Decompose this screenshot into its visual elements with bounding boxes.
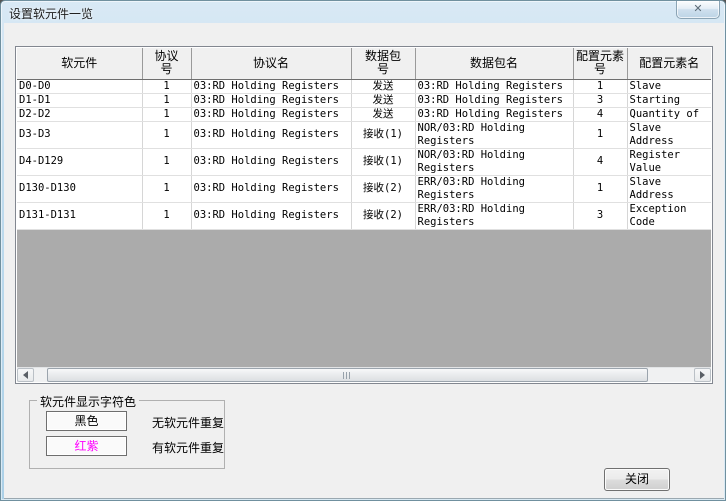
- magenta-swatch-caption: 有软元件重复: [152, 439, 224, 456]
- cell-element-no: 1: [573, 121, 627, 148]
- table-row[interactable]: D4-D129 1 03:RD Holding Registers 接收(1) …: [17, 148, 711, 175]
- scroll-right-arrow-icon[interactable]: [694, 368, 711, 382]
- cell-device: D4-D129: [17, 148, 142, 175]
- cell-protocol-no: 1: [142, 148, 191, 175]
- col-header-element-name: 配置元素名: [627, 48, 711, 79]
- dialog-title: 设置软元件一览: [9, 5, 93, 22]
- table-row[interactable]: D130-D130 1 03:RD Holding Registers 接收(2…: [17, 175, 711, 202]
- cell-element-name: Quantity of: [627, 107, 711, 121]
- cell-protocol-no: 1: [142, 107, 191, 121]
- col-header-packet-name: 数据包名: [415, 48, 573, 79]
- cell-device: D131-D131: [17, 202, 142, 229]
- cell-device: D2-D2: [17, 107, 142, 121]
- table-header-row: 软元件 协议 号 协议名 数据包 号 数据包名 配置元素 号 配置元素名: [17, 48, 711, 79]
- cell-element-no: 1: [573, 175, 627, 202]
- cell-element-name: Slave Address: [627, 121, 711, 148]
- cell-packet-name: 03:RD Holding Registers: [415, 79, 573, 93]
- cell-element-name: Slave Address: [627, 175, 711, 202]
- horizontal-scrollbar[interactable]: [17, 367, 711, 382]
- device-list-dialog: 设置软元件一览 ✕ 软元件 协议 号 协议名 数据包 号 数据包名 配置元素 号…: [0, 0, 726, 501]
- col-header-packet-no: 数据包 号: [351, 48, 415, 79]
- cell-packet-name: 03:RD Holding Registers: [415, 107, 573, 121]
- cell-packet-no: 发送: [351, 107, 415, 121]
- cell-protocol-name: 03:RD Holding Registers: [191, 121, 351, 148]
- cell-packet-name: NOR/03:RD Holding Registers: [415, 121, 573, 148]
- col-header-protocol-no: 协议 号: [142, 48, 191, 79]
- cell-packet-name: NOR/03:RD Holding Registers: [415, 148, 573, 175]
- thumb-grip-icon: [343, 372, 351, 379]
- cell-element-name: Register Value: [627, 148, 711, 175]
- title-bar[interactable]: 设置软元件一览 ✕: [1, 1, 725, 23]
- cell-packet-name: 03:RD Holding Registers: [415, 93, 573, 107]
- cell-protocol-no: 1: [142, 121, 191, 148]
- device-table: 软元件 协议 号 协议名 数据包 号 数据包名 配置元素 号 配置元素名 D0-…: [17, 48, 711, 230]
- scrollbar-track[interactable]: [34, 368, 694, 382]
- cell-packet-name: ERR/03:RD Holding Registers: [415, 202, 573, 229]
- table-empty-area: [17, 230, 711, 368]
- scroll-left-arrow-icon[interactable]: [17, 368, 34, 382]
- cell-protocol-no: 1: [142, 79, 191, 93]
- window-close-icon[interactable]: ✕: [676, 1, 720, 19]
- dialog-body: 软元件 协议 号 协议名 数据包 号 数据包名 配置元素 号 配置元素名 D0-…: [4, 23, 724, 499]
- magenta-color-swatch-button[interactable]: 红紫: [46, 436, 127, 456]
- cell-protocol-name: 03:RD Holding Registers: [191, 79, 351, 93]
- cell-protocol-name: 03:RD Holding Registers: [191, 202, 351, 229]
- cell-protocol-name: 03:RD Holding Registers: [191, 175, 351, 202]
- cell-device: D130-D130: [17, 175, 142, 202]
- black-color-swatch-button[interactable]: 黑色: [46, 411, 127, 431]
- close-button[interactable]: 关闭: [604, 468, 670, 491]
- cell-element-name: Starting: [627, 93, 711, 107]
- cell-protocol-no: 1: [142, 202, 191, 229]
- cell-packet-no: 接收(2): [351, 175, 415, 202]
- table-row[interactable]: D1-D1 1 03:RD Holding Registers 发送 03:RD…: [17, 93, 711, 107]
- cell-element-no: 4: [573, 107, 627, 121]
- col-header-protocol-name: 协议名: [191, 48, 351, 79]
- cell-packet-no: 接收(1): [351, 148, 415, 175]
- col-header-device: 软元件: [17, 48, 142, 79]
- cell-element-name: Exception Code: [627, 202, 711, 229]
- scrollbar-thumb[interactable]: [47, 368, 648, 382]
- cell-packet-no: 接收(1): [351, 121, 415, 148]
- cell-device: D3-D3: [17, 121, 142, 148]
- device-table-container: 软元件 协议 号 协议名 数据包 号 数据包名 配置元素 号 配置元素名 D0-…: [15, 46, 713, 384]
- cell-device: D1-D1: [17, 93, 142, 107]
- legend-group-title: 软元件显示字符色: [37, 393, 139, 410]
- col-header-element-no: 配置元素 号: [573, 48, 627, 79]
- cell-element-no: 3: [573, 202, 627, 229]
- cell-protocol-name: 03:RD Holding Registers: [191, 93, 351, 107]
- device-color-legend-group: 软元件显示字符色 黑色 无软元件重复 红紫 有软元件重复: [29, 400, 225, 469]
- cell-protocol-no: 1: [142, 93, 191, 107]
- cell-element-no: 3: [573, 93, 627, 107]
- black-swatch-caption: 无软元件重复: [152, 414, 224, 431]
- table-row[interactable]: D131-D131 1 03:RD Holding Registers 接收(2…: [17, 202, 711, 229]
- cell-protocol-no: 1: [142, 175, 191, 202]
- cell-protocol-name: 03:RD Holding Registers: [191, 148, 351, 175]
- cell-element-no: 1: [573, 79, 627, 93]
- cell-packet-no: 发送: [351, 79, 415, 93]
- cell-packet-no: 接收(2): [351, 202, 415, 229]
- table-row[interactable]: D2-D2 1 03:RD Holding Registers 发送 03:RD…: [17, 107, 711, 121]
- cell-device: D0-D0: [17, 79, 142, 93]
- table-row[interactable]: D3-D3 1 03:RD Holding Registers 接收(1) NO…: [17, 121, 711, 148]
- cell-protocol-name: 03:RD Holding Registers: [191, 107, 351, 121]
- cell-packet-no: 发送: [351, 93, 415, 107]
- cell-packet-name: ERR/03:RD Holding Registers: [415, 175, 573, 202]
- cell-element-name: Slave: [627, 79, 711, 93]
- cell-element-no: 4: [573, 148, 627, 175]
- table-row[interactable]: D0-D0 1 03:RD Holding Registers 发送 03:RD…: [17, 79, 711, 93]
